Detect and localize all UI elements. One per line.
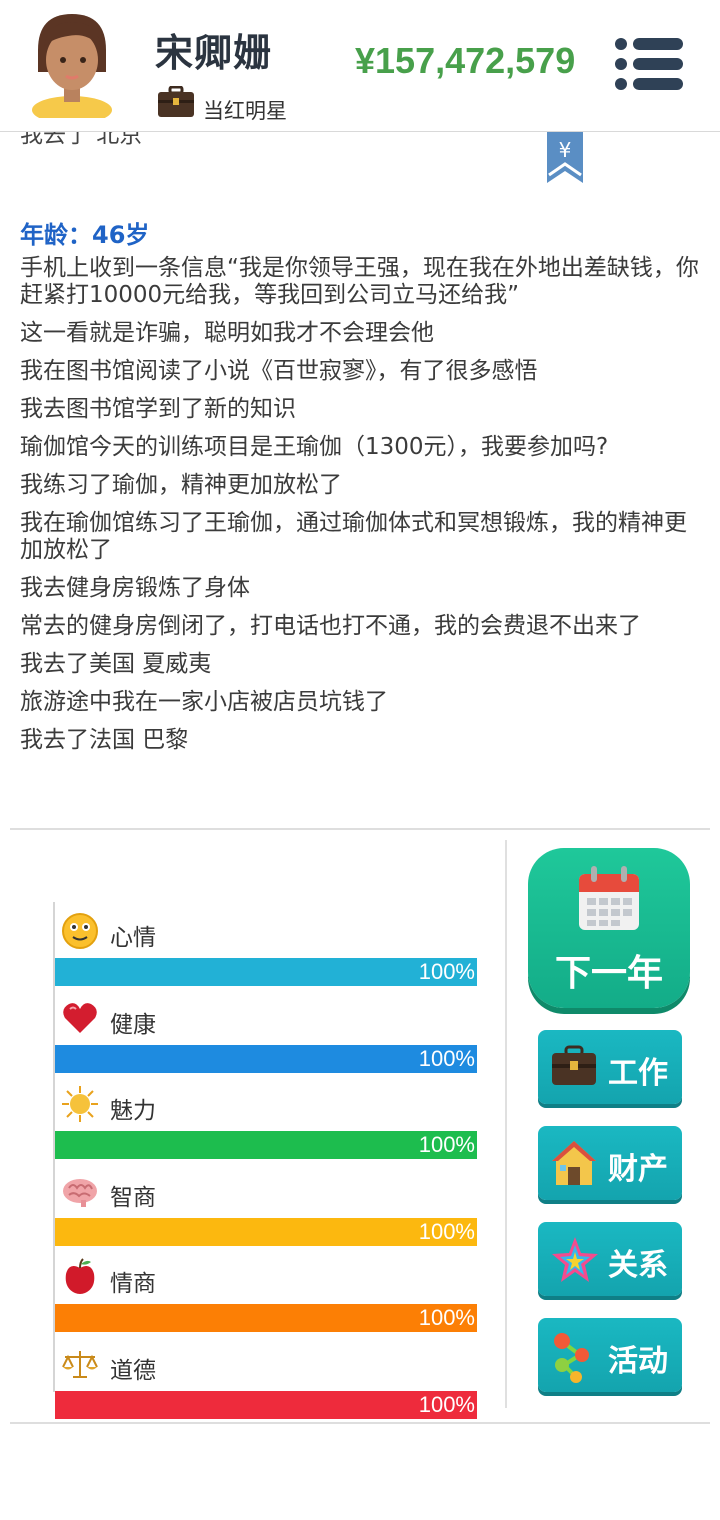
stat-row: 心情 100% — [55, 872, 477, 986]
stat-label: 健康 — [110, 1011, 156, 1038]
activity-dots-icon — [554, 1333, 589, 1383]
log-entry: 我去了美国 夏威夷 — [20, 651, 212, 677]
heart-icon — [61, 999, 99, 1037]
stat-row: 情商 100% — [55, 1218, 477, 1332]
log-entry: 瑜伽馆今天的训练项目是王瑜伽（1300元），我要参加吗? — [20, 434, 609, 460]
top-bar: 宋卿姗 当红明星 ¥157,472,579 — [0, 0, 720, 132]
relations-button[interactable]: 关系 — [538, 1222, 682, 1296]
sun-icon — [61, 1085, 99, 1123]
event-log[interactable]: 我去了 北京 ¥ 年龄：46岁 手机上收到一条信息“我是你领导王强，现在我在外地… — [0, 131, 720, 828]
log-entry: 手机上收到一条信息“我是你领导王强，现在我在外地出差缺钱，你赶紧打10000元给… — [20, 255, 699, 308]
stat-label: 道德 — [110, 1357, 156, 1384]
money-balance: ¥157,472,579 — [355, 40, 576, 81]
stat-label: 心情 — [110, 925, 156, 951]
divider — [10, 1422, 710, 1424]
bookmark-yen-icon[interactable]: ¥ — [546, 131, 584, 185]
next-year-button[interactable]: 下一年 — [528, 848, 690, 1008]
stat-label: 魅力 — [110, 1098, 156, 1124]
log-entry: 常去的健身房倒闭了，打电话也打不通，我的会费退不出来了 — [20, 613, 641, 639]
next-year-label: 下一年 — [554, 953, 663, 994]
property-label: 财产 — [608, 1152, 668, 1187]
stat-row: 道德 100% — [55, 1305, 477, 1419]
activities-label: 活动 — [608, 1344, 668, 1379]
stat-bar: 100% — [55, 1390, 477, 1419]
work-button[interactable]: 工作 — [538, 1030, 682, 1104]
brain-icon — [61, 1172, 99, 1210]
menu-icon[interactable] — [613, 36, 685, 92]
briefcase-icon — [552, 1045, 596, 1085]
stat-value: 100% — [418, 1391, 475, 1417]
relations-label: 关系 — [608, 1248, 668, 1283]
avatar[interactable] — [28, 10, 116, 118]
log-entries: 手机上收到一条信息“我是你领导王强，现在我在外地出差缺钱，你赶紧打10000元给… — [20, 255, 704, 765]
activities-button[interactable]: 活动 — [538, 1318, 682, 1392]
log-entry: 我练习了瑜伽，精神更加放松了 — [20, 472, 342, 498]
stat-row: 智商 100% — [55, 1132, 477, 1246]
log-entry: 旅游途中我在一家小店被店员坑钱了 — [20, 689, 388, 715]
age-label: 年龄：46岁 — [20, 221, 150, 249]
svg-text:¥: ¥ — [559, 138, 572, 162]
property-button[interactable]: 财产 — [538, 1126, 682, 1200]
log-entry: 这一看就是诈骗，聪明如我才不会理会他 — [20, 320, 434, 346]
stat-row: 魅力 100% — [55, 1045, 477, 1159]
apple-icon — [61, 1258, 99, 1296]
work-label: 工作 — [608, 1056, 668, 1091]
scales-icon — [61, 1345, 99, 1383]
log-entry: 我去了法国 巴黎 — [20, 727, 189, 753]
log-entry: 我在图书馆阅读了小说《百世寂寥》，有了很多感悟 — [20, 358, 538, 384]
stat-bar-fill — [55, 1390, 477, 1419]
stats-panel: 心情 100% 健康 100% 魅力 100% 智商 100% 情商 100% 道德 100% — [0, 830, 505, 1419]
smiley-icon — [61, 912, 99, 950]
log-entry: 我在瑜伽馆练习了王瑜伽，通过瑜伽体式和冥想锻炼，我的精神更加放松了 — [20, 510, 687, 563]
log-entry-partial: 我去了 北京 — [20, 131, 143, 148]
vertical-divider — [505, 840, 507, 1408]
briefcase-icon — [158, 86, 194, 117]
stat-label: 智商 — [110, 1184, 156, 1211]
stat-row: 健康 100% — [55, 959, 477, 1073]
player-name: 宋卿姗 — [155, 31, 273, 75]
job-title: 当红明星 — [203, 99, 287, 123]
log-entry: 我去图书馆学到了新的知识 — [20, 396, 296, 422]
house-icon — [552, 1141, 596, 1185]
stat-label: 情商 — [110, 1271, 156, 1297]
calendar-icon — [579, 866, 639, 930]
star-icon — [552, 1237, 598, 1282]
log-entry: 我去健身房锻炼了身体 — [20, 575, 250, 601]
